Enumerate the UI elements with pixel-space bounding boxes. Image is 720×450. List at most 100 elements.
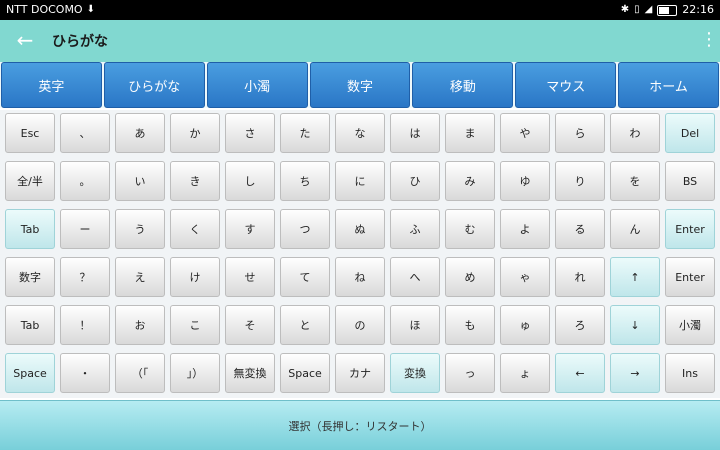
back-arrow-icon[interactable]: ← <box>14 29 36 51</box>
key[interactable]: す <box>225 209 275 249</box>
bluetooth-icon: ✱ <box>620 4 630 15</box>
key[interactable]: さ <box>225 113 275 153</box>
vibrate-icon: ▯ <box>634 4 640 15</box>
key[interactable]: に <box>335 161 385 201</box>
key[interactable]: も <box>445 305 495 345</box>
key-space[interactable]: Space <box>5 353 55 393</box>
mode-tabs: 英字 ひらがな 小濁 数字 移動 マウス ホーム <box>0 62 720 108</box>
key-enter[interactable]: Enter <box>665 209 715 249</box>
key[interactable]: み <box>445 161 495 201</box>
key[interactable]: ゃ <box>500 257 550 297</box>
key[interactable]: 、 <box>60 113 110 153</box>
key[interactable]: ー <box>60 209 110 249</box>
key[interactable]: こ <box>170 305 220 345</box>
key[interactable]: う <box>115 209 165 249</box>
key-zenkaku-hankaku[interactable]: 全/半 <box>5 161 55 201</box>
key[interactable]: あ <box>115 113 165 153</box>
tab-hiragana[interactable]: ひらがな <box>103 62 205 108</box>
key[interactable]: い <box>115 161 165 201</box>
key[interactable]: れ <box>555 257 605 297</box>
key-henkan[interactable]: 変換 <box>390 353 440 393</box>
key[interactable]: っ <box>445 353 495 393</box>
status-bar: NTT DOCOMO ⬇ ✱ ▯ ◢ 22:16 <box>0 0 720 20</box>
download-icon: ⬇ <box>86 4 95 15</box>
key-arrow-up[interactable]: ↑ <box>610 257 660 297</box>
key-del[interactable]: Del <box>665 113 715 153</box>
key[interactable]: ゅ <box>500 305 550 345</box>
key[interactable]: け <box>170 257 220 297</box>
select-restart-label: 選択（長押し：リスタート） <box>288 419 432 433</box>
key[interactable]: ら <box>555 113 605 153</box>
key[interactable]: め <box>445 257 495 297</box>
tab-numbers[interactable]: 数字 <box>309 62 411 108</box>
app-bar: ← ひらがな ⋮ <box>0 20 720 62</box>
key[interactable]: ふ <box>390 209 440 249</box>
key[interactable]: や <box>500 113 550 153</box>
key-tab[interactable]: Tab <box>5 209 55 249</box>
key-small-dakuten[interactable]: 小濁 <box>665 305 715 345</box>
signal-icon: ◢ <box>644 4 653 15</box>
key[interactable]: 。 <box>60 161 110 201</box>
key[interactable]: を <box>610 161 660 201</box>
key-space[interactable]: Space <box>280 353 330 393</box>
key[interactable]: よ <box>500 209 550 249</box>
key[interactable]: （「 <box>115 353 165 393</box>
key[interactable]: つ <box>280 209 330 249</box>
clock: 22:16 <box>682 3 714 16</box>
key[interactable]: ・ <box>60 353 110 393</box>
key[interactable]: そ <box>225 305 275 345</box>
key[interactable]: き <box>170 161 220 201</box>
battery-icon <box>657 4 678 16</box>
key[interactable]: ょ <box>500 353 550 393</box>
key[interactable]: ほ <box>390 305 440 345</box>
select-restart-button[interactable]: 選択（長押し：リスタート） <box>0 400 720 450</box>
key-tab[interactable]: Tab <box>5 305 55 345</box>
hiragana-keyboard: Esc 、 あ か さ た な は ま や ら わ Del 全/半 。 い き … <box>0 110 720 398</box>
key-backspace[interactable]: BS <box>665 161 715 201</box>
key-numbers[interactable]: 数字 <box>5 257 55 297</box>
key[interactable]: せ <box>225 257 275 297</box>
key[interactable]: ま <box>445 113 495 153</box>
key[interactable]: ね <box>335 257 385 297</box>
key[interactable]: ひ <box>390 161 440 201</box>
key[interactable]: し <box>225 161 275 201</box>
tab-english[interactable]: 英字 <box>1 62 102 108</box>
more-menu-icon[interactable]: ⋮ <box>700 29 718 51</box>
key[interactable]: え <box>115 257 165 297</box>
tab-home[interactable]: ホーム <box>618 62 720 108</box>
key[interactable]: ゆ <box>500 161 550 201</box>
key[interactable]: 」） <box>170 353 220 393</box>
key[interactable]: は <box>390 113 440 153</box>
key[interactable]: と <box>280 305 330 345</box>
key[interactable]: お <box>115 305 165 345</box>
key[interactable]: ？ <box>60 257 110 297</box>
key-kana[interactable]: カナ <box>335 353 385 393</box>
key[interactable]: て <box>280 257 330 297</box>
key[interactable]: ち <box>280 161 330 201</box>
key[interactable]: た <box>280 113 330 153</box>
key[interactable]: く <box>170 209 220 249</box>
tab-move[interactable]: 移動 <box>412 62 514 108</box>
tab-small-dakuten[interactable]: 小濁 <box>206 62 308 108</box>
status-bar-left: NTT DOCOMO ⬇ <box>6 0 95 20</box>
key-insert[interactable]: Ins <box>665 353 715 393</box>
tab-mouse[interactable]: マウス <box>515 62 617 108</box>
key-arrow-down[interactable]: ↓ <box>610 305 660 345</box>
key-muhenkan[interactable]: 無変換 <box>225 353 275 393</box>
key[interactable]: な <box>335 113 385 153</box>
key[interactable]: ぬ <box>335 209 385 249</box>
key[interactable]: の <box>335 305 385 345</box>
key-arrow-left[interactable]: ← <box>555 353 605 393</box>
key[interactable]: か <box>170 113 220 153</box>
key[interactable]: む <box>445 209 495 249</box>
key[interactable]: わ <box>610 113 660 153</box>
key-esc[interactable]: Esc <box>5 113 55 153</box>
key[interactable]: ！ <box>60 305 110 345</box>
key[interactable]: る <box>555 209 605 249</box>
key[interactable]: り <box>555 161 605 201</box>
key[interactable]: ろ <box>555 305 605 345</box>
key-enter[interactable]: Enter <box>665 257 715 297</box>
key-arrow-right[interactable]: → <box>610 353 660 393</box>
key[interactable]: ん <box>610 209 660 249</box>
key[interactable]: へ <box>390 257 440 297</box>
